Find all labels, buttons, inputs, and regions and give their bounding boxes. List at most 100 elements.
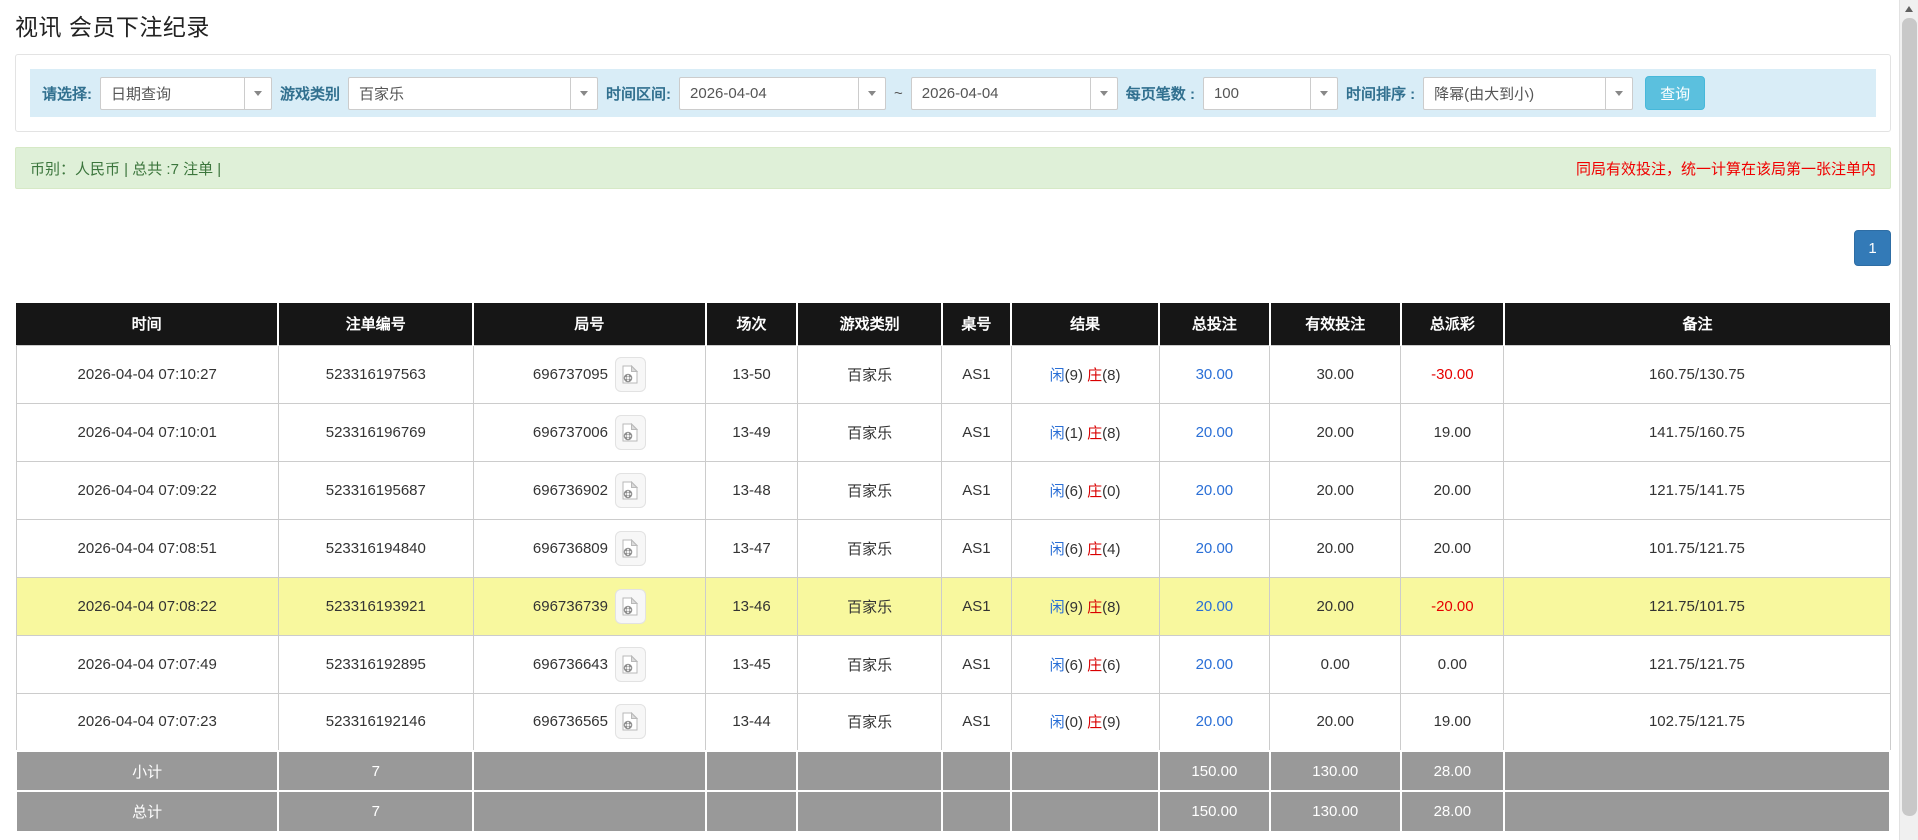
cell-session: 13-48	[706, 461, 798, 519]
table-body: 2026-04-04 07:10:27523316197563696737095…	[16, 345, 1890, 751]
game-type-select[interactable]: 百家乐	[348, 77, 598, 110]
cell-payout: 20.00	[1401, 461, 1504, 519]
cell-remark: 101.75/121.75	[1504, 519, 1890, 577]
cell-round-id: 696736565	[473, 693, 705, 751]
result-banker: 庄	[1087, 714, 1102, 731]
filter-panel: 请选择: 日期查询 游戏类别 百家乐 时间区间: 2026-04-04 ~ 20…	[15, 54, 1891, 132]
round-number: 696736809	[533, 540, 608, 557]
video-replay-button[interactable]	[615, 473, 646, 508]
date-from-select[interactable]: 2026-04-04	[679, 77, 886, 110]
column-header: 局号	[473, 303, 705, 345]
cell-round-id: 696736643	[473, 635, 705, 693]
column-header: 游戏类别	[797, 303, 941, 345]
video-file-icon	[622, 423, 638, 442]
cell-payout: 19.00	[1401, 693, 1504, 751]
result-player-score: (9)	[1065, 599, 1083, 616]
cell-time: 2026-04-04 07:07:23	[16, 693, 278, 751]
video-replay-button[interactable]	[615, 531, 646, 566]
cell-table-no: AS1	[942, 461, 1011, 519]
video-replay-button[interactable]	[615, 415, 646, 450]
result-player: 闲	[1050, 541, 1065, 558]
cell-round-id: 696736739	[473, 577, 705, 635]
video-replay-button[interactable]	[615, 647, 646, 682]
cell-remark: 160.75/130.75	[1504, 345, 1890, 403]
vertical-scrollbar[interactable]	[1899, 0, 1918, 840]
result-banker: 庄	[1087, 367, 1102, 384]
cell-bet-id: 523316194840	[278, 519, 473, 577]
cell-payout: 20.00	[1401, 519, 1504, 577]
cell-game-type: 百家乐	[797, 693, 941, 751]
cell-result: 闲(6) 庄(6)	[1011, 635, 1159, 693]
column-header: 总派彩	[1401, 303, 1504, 345]
video-file-icon	[622, 655, 638, 674]
cell-remark: 121.75/141.75	[1504, 461, 1890, 519]
scroll-up-icon[interactable]	[1900, 0, 1918, 18]
subtotal-row: 小计7150.00130.0028.00	[16, 751, 1890, 791]
result-player: 闲	[1050, 714, 1065, 731]
subtotal-valid-bet: 130.00	[1270, 751, 1401, 791]
result-player: 闲	[1050, 657, 1065, 674]
column-header: 有效投注	[1270, 303, 1401, 345]
page-size-select[interactable]: 100	[1203, 77, 1338, 110]
video-replay-button[interactable]	[615, 589, 646, 624]
cell-valid-bet: 20.00	[1270, 519, 1401, 577]
total-payout: 28.00	[1401, 791, 1504, 831]
records-table: 时间注单编号局号场次游戏类别桌号结果总投注有效投注总派彩备注 2026-04-0…	[15, 303, 1891, 831]
cell-valid-bet: 20.00	[1270, 403, 1401, 461]
sort-order-select[interactable]: 降幂(由大到小)	[1423, 77, 1633, 110]
table-row: 2026-04-04 07:07:23523316192146 696736565…	[16, 693, 1890, 751]
page-size-label: 每页笔数 :	[1126, 83, 1195, 104]
cell-session: 13-46	[706, 577, 798, 635]
game-type-label: 游戏类别	[280, 83, 340, 104]
cell-payout: 19.00	[1401, 403, 1504, 461]
result-banker: 庄	[1087, 483, 1102, 500]
cell-result: 闲(6) 庄(4)	[1011, 519, 1159, 577]
video-replay-button[interactable]	[615, 704, 646, 739]
cell-table-no: AS1	[942, 693, 1011, 751]
cell-game-type: 百家乐	[797, 461, 941, 519]
cell-valid-bet: 20.00	[1270, 577, 1401, 635]
scrollbar-thumb[interactable]	[1902, 18, 1917, 816]
table-footer: 小计7150.00130.0028.00总计7150.00130.0028.00	[16, 751, 1890, 831]
cell-time: 2026-04-04 07:10:01	[16, 403, 278, 461]
subtotal-payout: 28.00	[1401, 751, 1504, 791]
cell-total-bet: 20.00	[1159, 519, 1270, 577]
result-player-score: (9)	[1065, 367, 1083, 384]
cell-remark: 121.75/121.75	[1504, 635, 1890, 693]
cell-time: 2026-04-04 07:07:49	[16, 635, 278, 693]
result-player: 闲	[1050, 483, 1065, 500]
cell-time: 2026-04-04 07:09:22	[16, 461, 278, 519]
cell-remark: 141.75/160.75	[1504, 403, 1890, 461]
column-header: 结果	[1011, 303, 1159, 345]
cell-bet-id: 523316195687	[278, 461, 473, 519]
cell-remark: 121.75/101.75	[1504, 577, 1890, 635]
round-number: 696736739	[533, 598, 608, 615]
cell-round-id: 696736902	[473, 461, 705, 519]
cell-session: 13-47	[706, 519, 798, 577]
cell-game-type: 百家乐	[797, 403, 941, 461]
result-banker: 庄	[1087, 599, 1102, 616]
pagination: 1	[15, 230, 1891, 266]
query-type-label: 请选择:	[42, 83, 92, 104]
column-header: 时间	[16, 303, 278, 345]
video-replay-button[interactable]	[615, 357, 646, 392]
page-button-1[interactable]: 1	[1854, 230, 1891, 266]
chevron-down-icon	[1310, 78, 1337, 109]
cell-bet-id: 523316197563	[278, 345, 473, 403]
page-title: 视讯 会员下注纪录	[15, 8, 1891, 42]
cell-total-bet: 20.00	[1159, 635, 1270, 693]
search-button[interactable]: 查询	[1645, 76, 1705, 110]
cell-bet-id: 523316192146	[278, 693, 473, 751]
query-type-select[interactable]: 日期查询	[100, 77, 272, 110]
date-to-select[interactable]: 2026-04-04	[911, 77, 1118, 110]
cell-valid-bet: 20.00	[1270, 461, 1401, 519]
result-banker-score: (6)	[1102, 657, 1120, 674]
round-number: 696736565	[533, 713, 608, 730]
chevron-down-icon	[244, 78, 271, 109]
valid-bet-notice-text: 同局有效投注，统一计算在该局第一张注单内	[1576, 158, 1876, 179]
cell-game-type: 百家乐	[797, 577, 941, 635]
sort-order-value: 降幂(由大到小)	[1424, 83, 1605, 104]
video-file-icon	[622, 712, 638, 731]
result-player: 闲	[1050, 367, 1065, 384]
column-header: 总投注	[1159, 303, 1270, 345]
